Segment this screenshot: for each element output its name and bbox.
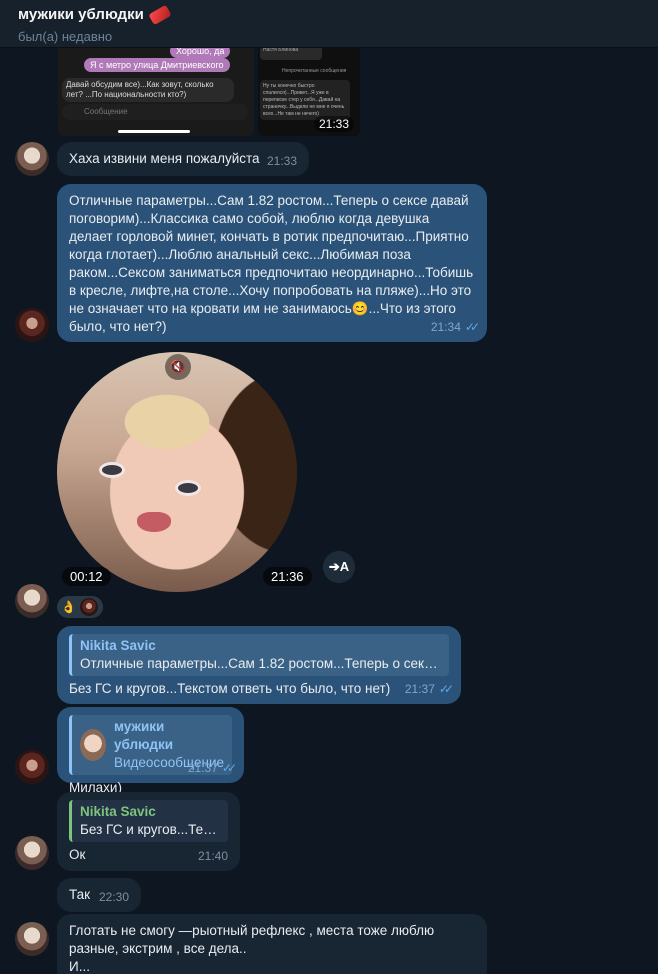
- reaction-badge[interactable]: 👌: [57, 596, 103, 618]
- message-time: 21:37 ✓✓: [404, 682, 454, 696]
- video-message[interactable]: [57, 352, 297, 592]
- reply-quote[interactable]: Nikita Savic Отличные параметры...Сам 1.…: [69, 634, 449, 676]
- message-bubble[interactable]: Отличные параметры...Сам 1.82 ростом...Т…: [57, 184, 487, 342]
- message-text: Отличные параметры...Сам 1.82 ростом...Т…: [69, 193, 474, 334]
- video-time: 21:36: [263, 567, 312, 586]
- message-text: Ок: [69, 847, 86, 862]
- reply-text: Отличные параметры...Сам 1.82 ростом...Т…: [80, 656, 441, 671]
- video-detail: [137, 512, 171, 532]
- video-thumbnail: [80, 729, 106, 761]
- video-duration: 00:12: [62, 567, 111, 586]
- reply-author: Nikita Savic: [80, 804, 156, 819]
- message-bubble[interactable]: мужики ублюдки Видеосообщение Милахи) 21…: [57, 707, 244, 795]
- screenshot-divider: Непрочитанные сообщения: [282, 68, 347, 74]
- message-time: 21:40: [197, 849, 228, 863]
- avatar[interactable]: [15, 922, 49, 956]
- avatar[interactable]: [15, 584, 49, 618]
- message-time: 21:33: [266, 154, 297, 168]
- avatar[interactable]: [15, 308, 49, 342]
- avatar[interactable]: [15, 836, 49, 870]
- message-time: 21:37 ✓✓: [187, 761, 237, 775]
- avatar[interactable]: [15, 142, 49, 176]
- flag-icon: [148, 4, 172, 25]
- chat-title[interactable]: мужики ублюдки: [18, 4, 640, 25]
- reply-quote[interactable]: Nikita Savic Без ГС и кругов...Текс...: [69, 800, 228, 842]
- message-bubble[interactable]: Глотать не смогу —рыотный рефлекс , мест…: [57, 914, 487, 974]
- video-detail: [175, 480, 201, 496]
- screenshot-image-left[interactable]: Хорошо, да Я с метро улица Дмитриевского…: [58, 48, 254, 136]
- read-checks-icon: ✓✓: [438, 682, 454, 696]
- screenshot-input: Сообщение: [62, 104, 248, 120]
- message-time: 22:30: [98, 890, 129, 904]
- chat-header[interactable]: мужики ублюдки был(а) недавно: [0, 0, 658, 48]
- reply-author: Nikita Savic: [80, 638, 156, 653]
- video-detail: [99, 462, 125, 478]
- message-bubble[interactable]: Хаха извини меня пожалуйста 21:33: [57, 142, 309, 176]
- screenshot-time: 21:33: [313, 116, 354, 132]
- screenshot-pill: Хорошо, да: [170, 48, 231, 58]
- ok-hand-icon: 👌: [61, 600, 76, 614]
- message-text: Так: [69, 887, 91, 902]
- screenshot-right-message: Ну ты конечно быстро спалился)...Привет.…: [260, 80, 350, 120]
- message-text: Хаха извини меня пожалуйста: [69, 151, 260, 166]
- message-time: 21:34 ✓✓: [430, 320, 480, 334]
- message-text-continued: И...: [69, 959, 90, 974]
- reply-author: мужики ублюдки: [113, 719, 173, 752]
- message-text: Без ГС и кругов...Текстом ответь что был…: [69, 681, 391, 696]
- message-text: Глотать не смогу —рыотный рефлекс , мест…: [69, 923, 435, 956]
- message-bubble[interactable]: Nikita Savic Отличные параметры...Сам 1.…: [57, 626, 461, 704]
- reaction-avatar: [79, 598, 98, 616]
- message-bubble[interactable]: Так 22:30: [57, 878, 141, 912]
- chat-status: был(а) недавно: [18, 29, 113, 44]
- screenshot-pill: Я с метро улица Дмитриевского: [84, 58, 230, 72]
- chat-title-text: мужики ублюдки: [18, 6, 144, 23]
- read-checks-icon: ✓✓: [221, 761, 237, 775]
- home-indicator: [118, 130, 190, 133]
- reply-text: Без ГС и кругов...Текс...: [80, 822, 220, 837]
- transcribe-button[interactable]: ➔A: [323, 551, 355, 583]
- avatar[interactable]: [15, 750, 49, 784]
- screenshot-top: Настя Блинова: [260, 48, 322, 60]
- message-bubble[interactable]: Nikita Savic Без ГС и кругов...Текс... О…: [57, 792, 240, 871]
- read-checks-icon: ✓✓: [464, 320, 480, 334]
- screenshot-message: Давай обсудим все)...Как зовут, сколько …: [62, 78, 234, 102]
- mute-icon[interactable]: 🔇: [165, 354, 191, 380]
- message-list[interactable]: Хорошо, да Я с метро улица Дмитриевского…: [0, 48, 658, 974]
- screenshot-image-right[interactable]: Настя Блинова Непрочитанные сообщения Ну…: [258, 48, 360, 136]
